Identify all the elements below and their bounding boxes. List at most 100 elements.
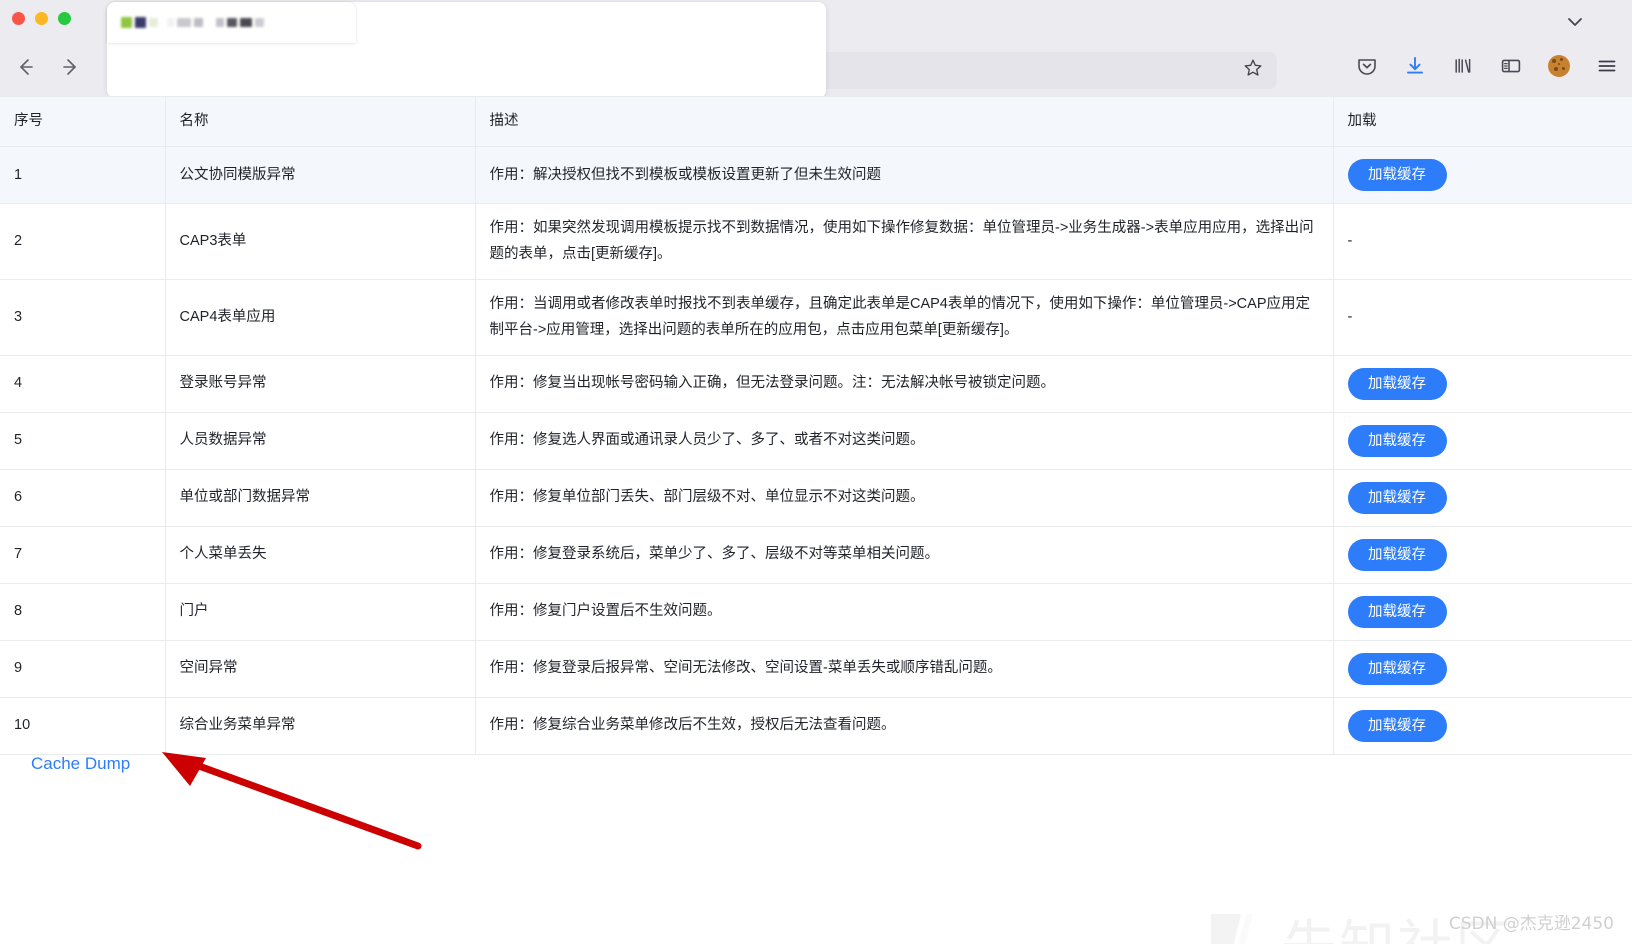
table-row: 1 公文协同模版异常 作用：解决授权但找不到模板或模板设置更新了但未生效问题 加载缓存 bbox=[0, 146, 1632, 205]
table-body: 1 公文协同模版异常 作用：解决授权但找不到模板或模板设置更新了但未生效问题 加载缓存… bbox=[0, 146, 1632, 755]
cell-load: 加载缓存 bbox=[1333, 583, 1632, 641]
library-icon bbox=[1455, 58, 1471, 73]
load-cache-button[interactable]: 加载缓存 bbox=[1347, 159, 1447, 192]
cell-load: 加载缓存 bbox=[1333, 526, 1632, 584]
cell-load: 加载缓存 bbox=[1333, 146, 1632, 205]
browser-navbar bbox=[0, 45, 1632, 113]
cache-table: 序号 名称 描述 加载 1 公文协同模版异常 作用：解决授权但找不到模板或模板设置更… bbox=[0, 95, 1632, 755]
cell-description: 作用：修复单位部门丢失、部门层级不对、单位显示不对这类问题。 bbox=[475, 469, 1334, 527]
no-action-placeholder: - bbox=[1347, 233, 1353, 250]
app-menu-button[interactable] bbox=[1594, 53, 1620, 79]
cell-description: 作用：修复综合业务菜单修改后不生效，授权后无法查看问题。 bbox=[475, 697, 1334, 755]
no-action-placeholder: - bbox=[1347, 308, 1353, 325]
cell-description: 作用：如果突然发现调用模板提示找不到数据情况，使用如下操作修复数据：单位管理员-… bbox=[475, 203, 1334, 281]
load-cache-button[interactable]: 加载缓存 bbox=[1347, 424, 1447, 457]
load-cache-button[interactable]: 加载缓存 bbox=[1347, 538, 1447, 571]
cell-load: 加载缓存 bbox=[1333, 412, 1632, 470]
cell-no: 9 bbox=[0, 640, 166, 698]
star-icon bbox=[1244, 59, 1262, 76]
load-cache-button[interactable]: 加载缓存 bbox=[1347, 481, 1447, 514]
table-row: 10 综合业务菜单异常 作用：修复综合业务菜单修改后不生效，授权后无法查看问题。 加载… bbox=[0, 697, 1632, 755]
nav-buttons bbox=[10, 52, 132, 82]
downloads-button[interactable] bbox=[1402, 53, 1428, 79]
cell-load: - bbox=[1333, 279, 1632, 356]
cell-no: 8 bbox=[0, 583, 166, 641]
cell-name: 空间异常 bbox=[165, 640, 476, 698]
cell-load: - bbox=[1333, 203, 1632, 281]
bookmark-button[interactable] bbox=[1243, 58, 1263, 83]
back-button[interactable] bbox=[10, 52, 40, 82]
reload-icon bbox=[110, 58, 124, 74]
sidebar-button[interactable] bbox=[1498, 53, 1524, 79]
cell-description: 作用：修复当出现帐号密码输入正确，但无法登录问题。注：无法解决帐号被锁定问题。 bbox=[475, 355, 1334, 413]
cell-name: 人员数据异常 bbox=[165, 412, 476, 470]
cell-name: CAP3表单 bbox=[165, 203, 476, 281]
chevron-down-icon bbox=[1568, 18, 1582, 26]
reload-button[interactable] bbox=[102, 52, 132, 82]
table-row: 5 人员数据异常 作用：修复选人界面或通讯录人员少了、多了、或者不对这类问题。 加载缓… bbox=[0, 412, 1632, 470]
back-arrow-icon bbox=[20, 59, 33, 75]
maximize-window-button[interactable] bbox=[58, 12, 71, 25]
load-cache-button[interactable]: 加载缓存 bbox=[1347, 595, 1447, 628]
table-row: 4 登录账号异常 作用：修复当出现帐号密码输入正确，但无法登录问题。注：无法解决帐号… bbox=[0, 355, 1632, 413]
pocket-button[interactable] bbox=[1354, 53, 1380, 79]
cell-load: 加载缓存 bbox=[1333, 355, 1632, 413]
cell-load: 加载缓存 bbox=[1333, 697, 1632, 755]
list-all-tabs-button[interactable] bbox=[1564, 12, 1586, 32]
table-row: 9 空间异常 作用：修复登录后报异常、空间无法修改、空间设置-菜单丢失或顺序错乱问题… bbox=[0, 640, 1632, 698]
load-cache-button[interactable]: 加载缓存 bbox=[1347, 652, 1447, 685]
cookie-avatar-icon bbox=[1548, 55, 1570, 77]
table-row: 7 个人菜单丢失 作用：修复登录系统后，菜单少了、多了、层级不对等菜单相关问题。 加载… bbox=[0, 526, 1632, 584]
cell-load: 加载缓存 bbox=[1333, 640, 1632, 698]
cell-name: 登录账号异常 bbox=[165, 355, 476, 413]
cell-load: 加载缓存 bbox=[1333, 469, 1632, 527]
csdn-credit: CSDN @杰克逊2450 bbox=[1448, 914, 1614, 934]
cell-description: 作用：解决授权但找不到模板或模板设置更新了但未生效问题 bbox=[475, 146, 1334, 205]
column-header-no: 序号 bbox=[0, 95, 166, 148]
watermark-logo-icon bbox=[1211, 913, 1253, 944]
browser-chrome bbox=[0, 0, 1632, 113]
cell-description: 作用：修复门户设置后不生效问题。 bbox=[475, 583, 1334, 641]
load-cache-button[interactable]: 加载缓存 bbox=[1347, 709, 1447, 742]
library-button[interactable] bbox=[1450, 53, 1476, 79]
load-cache-button[interactable]: 加载缓存 bbox=[1347, 367, 1447, 400]
site-watermark: 先知社区 bbox=[1207, 902, 1513, 944]
url-text-redacted bbox=[199, 66, 1243, 75]
forward-button[interactable] bbox=[56, 52, 86, 82]
cell-no: 2 bbox=[0, 203, 166, 281]
cell-description: 作用：修复登录后报异常、空间无法修改、空间设置-菜单丢失或顺序错乱问题。 bbox=[475, 640, 1334, 698]
cell-no: 10 bbox=[0, 697, 166, 755]
table-row: 8 门户 作用：修复门户设置后不生效问题。 加载缓存 bbox=[0, 583, 1632, 641]
cache-dump-link[interactable]: Cache Dump bbox=[31, 754, 130, 774]
table-head: 序号 名称 描述 加载 bbox=[0, 95, 1632, 148]
cell-no: 3 bbox=[0, 279, 166, 356]
page-content: 序号 名称 描述 加载 1 公文协同模版异常 作用：解决授权但找不到模板或模板设置更… bbox=[0, 95, 1632, 944]
cell-no: 1 bbox=[0, 146, 166, 205]
url-bar[interactable] bbox=[185, 52, 1277, 89]
forward-arrow-icon bbox=[63, 59, 76, 75]
column-header-name: 名称 bbox=[165, 95, 476, 148]
cell-name: 单位或部门数据异常 bbox=[165, 469, 476, 527]
column-header-desc: 描述 bbox=[475, 95, 1334, 148]
cookie-avatar-button[interactable] bbox=[1546, 53, 1572, 79]
window-controls bbox=[12, 12, 71, 25]
hamburger-menu-icon bbox=[1598, 60, 1616, 72]
table-row: 3 CAP4表单应用 作用：当调用或者修改表单时报找不到表单缓存，且确定此表单是CA… bbox=[0, 279, 1632, 356]
tab-title-redacted bbox=[107, 2, 356, 43]
downloads-icon bbox=[1407, 57, 1423, 74]
pocket-icon bbox=[1358, 59, 1376, 75]
table-header-row: 序号 名称 描述 加载 bbox=[0, 95, 1632, 148]
browser-tab-active[interactable] bbox=[107, 2, 356, 43]
cell-no: 5 bbox=[0, 412, 166, 470]
cell-description: 作用：修复选人界面或通讯录人员少了、多了、或者不对这类问题。 bbox=[475, 412, 1334, 470]
table-row: 2 CAP3表单 作用：如果突然发现调用模板提示找不到数据情况，使用如下操作修复数据… bbox=[0, 203, 1632, 281]
cell-name: 综合业务菜单异常 bbox=[165, 697, 476, 755]
minimize-window-button[interactable] bbox=[35, 12, 48, 25]
cell-name: 门户 bbox=[165, 583, 476, 641]
cell-name: 公文协同模版异常 bbox=[165, 146, 476, 205]
cell-no: 7 bbox=[0, 526, 166, 584]
table-row: 6 单位或部门数据异常 作用：修复单位部门丢失、部门层级不对、单位显示不对这类问题。… bbox=[0, 469, 1632, 527]
close-window-button[interactable] bbox=[12, 12, 25, 25]
tab-divider bbox=[377, 11, 382, 29]
browser-toolbar-icons bbox=[1354, 53, 1620, 79]
